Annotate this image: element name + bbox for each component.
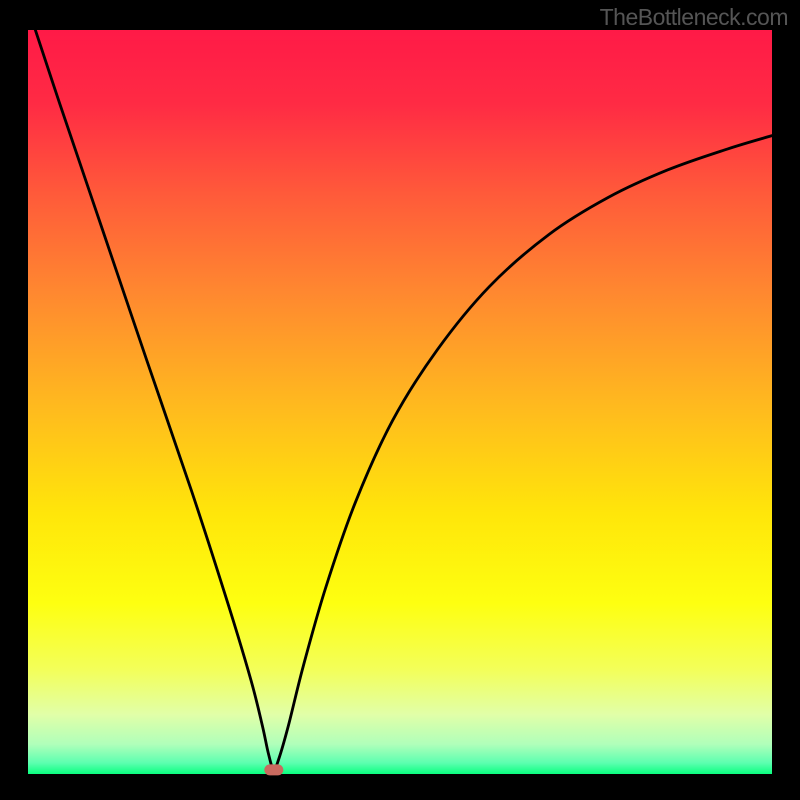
plot-area <box>28 30 772 774</box>
chart-curve <box>28 30 772 774</box>
attribution-text: TheBottleneck.com <box>600 4 788 31</box>
optimum-marker <box>264 764 283 775</box>
